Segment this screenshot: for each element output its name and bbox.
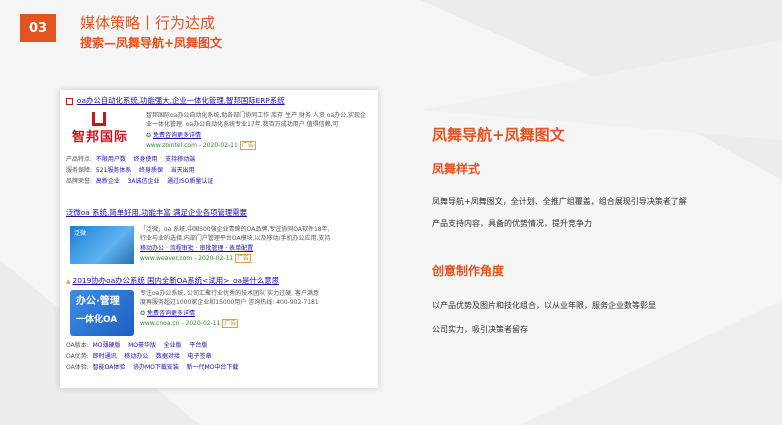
right-body2-line2: 公司实力，吸引决策者留存: [432, 325, 528, 334]
section-title: 媒体策略丨行为达成: [80, 14, 216, 32]
sitelink[interactable]: 不限用户数: [96, 156, 126, 163]
sitelink[interactable]: MO豪华版: [128, 342, 156, 349]
result3-url[interactable]: www.cnoa.cn - 2020-02-11 广告: [140, 319, 239, 328]
sitelink[interactable]: 协办MO下载安装: [133, 364, 179, 371]
result1-row3: 品牌荣誉: 高新企业 3A诚信企业 通过ISO质量认证: [66, 178, 214, 185]
result1-title-row[interactable]: oa办公自动化系统,功能强大,企业一体化管理,智邦国际ERP系统: [66, 96, 285, 106]
result2-thumbnail[interactable]: 泛微: [70, 226, 134, 264]
right-subtitle-style: 凤舞样式: [432, 162, 481, 176]
brand-icon: [66, 98, 73, 105]
sitelink[interactable]: 数据对接: [156, 353, 180, 360]
result3-desc1: 专注oa办公系统, 公司汇聚行业优秀的技术团队 实力过硬, 客户满意: [140, 290, 319, 297]
result3-desc2: 度再服务超过1000家企业和15000用户 咨询热线: 400-902-7181: [140, 299, 319, 306]
section-subtitle: 搜索—凤舞导航+凤舞图文: [80, 36, 223, 50]
right-body2-line1: 以产品优势及图片和技化组合，以从业年限，服务企业数等彰显: [432, 301, 656, 310]
consult-icon: ✪: [146, 132, 153, 139]
result2-title[interactable]: 泛微oa 系统,简单好用,功能丰富 满足企业各项管理需要: [66, 208, 247, 218]
section-number-badge: 03: [20, 14, 56, 42]
sitelink[interactable]: 电子签章: [188, 353, 212, 360]
result3-title: 2019协办oa办公系统 国内全新OA系统<试用>_oa是什么意思: [72, 276, 280, 285]
sitelink[interactable]: 新一代MO中台下载: [187, 364, 239, 371]
sitelink[interactable]: 支持移动端: [165, 156, 195, 163]
sitelink[interactable]: 高新企业: [96, 178, 120, 185]
result1-row1: 产品特点: 不限用户数 终身使用 支持移动端: [66, 156, 196, 163]
sitelink[interactable]: 智能OA体验: [93, 364, 126, 371]
right-body1-line1: 凤舞导航+凤舞图文，全计划、全推广组覆盖，组合展现引导决策者了解: [432, 197, 687, 206]
sitelink[interactable]: 通过ISO质量认证: [167, 178, 213, 185]
result3-row1: OA版本: MO薄硬版 MO豪华版 全业版 平台版: [66, 342, 208, 349]
right-subtitle-creative: 创意制作角度: [432, 264, 505, 278]
search-results-card: oa办公自动化系统,功能强大,企业一体化管理,智邦国际ERP系统 智邦国际 智邦…: [60, 90, 378, 388]
result1-consult-link[interactable]: ✪ 免费咨询更多详情: [146, 132, 201, 140]
result3-title-row[interactable]: ▲ 2019协办oa办公系统 国内全新OA系统<试用>_oa是什么意思: [66, 276, 279, 286]
result1-desc1: 智邦国际oa办公自动化系统,助各部门协同工作 库存 生产 财务 人资 oa办公,…: [146, 112, 367, 119]
ad-tag: 广告: [239, 141, 256, 150]
sitelink[interactable]: 即时通讯: [93, 353, 117, 360]
sitelink[interactable]: 3A诚信企业: [128, 178, 160, 185]
right-body1-line2: 产品支持内容，具备的优势情况，提升竞争力: [432, 219, 592, 228]
ad-tag: 广告: [222, 319, 239, 328]
sitelink[interactable]: 平台版: [189, 342, 207, 349]
result1-row2: 服务保障: 521服务体系 终身质保 当天出用: [66, 167, 195, 174]
sitelink[interactable]: 全业版: [164, 342, 182, 349]
ad-tag: 广告: [235, 254, 252, 263]
sitelink[interactable]: 终身质保: [139, 167, 163, 174]
result1-url[interactable]: www.zbintel.com - 2020-02-11 广告: [146, 141, 256, 150]
sitelink[interactable]: MO薄硬版: [93, 342, 121, 349]
sitelink[interactable]: 移动办公: [124, 353, 148, 360]
sitelink[interactable]: 521服务体系: [96, 167, 131, 174]
logo-text: 智邦国际: [72, 130, 129, 145]
result3-row2: OA优势: 即时通讯 移动办公 数据对接 电子签章: [66, 353, 212, 360]
sitelink[interactable]: 当天出用: [171, 167, 195, 174]
logo-square-icon: [92, 112, 106, 126]
result1-desc2: 业一体化管理. oa办公自动化系统专业17年,数百万成功用户 值得信赖,可: [146, 121, 339, 128]
result1-title[interactable]: oa办公自动化系统,功能强大,企业一体化管理,智邦国际ERP系统: [77, 96, 285, 105]
result2-sitelinks[interactable]: 移动办公 · 流程审批 · 审批管理 · 表单配置: [140, 245, 253, 253]
result2-desc2: 行业与业的选择,内部门户管理平台OA模块,以及移动/手机办公应用,支持: [140, 235, 331, 242]
result3-thumbnail[interactable]: 办公·管理 一体化OA: [70, 290, 134, 336]
result2-desc1: 「泛微」oa 系统,中国500强企业青睐的OA品牌,专注协同OA软件18年,: [140, 226, 330, 233]
result3-consult-link[interactable]: ✪ 免费咨询更多详情: [140, 310, 195, 318]
right-title: 凤舞导航+凤舞图文: [432, 126, 565, 144]
sitelink[interactable]: 终身使用: [134, 156, 158, 163]
result2-url[interactable]: www.weaver.com - 2020-02-11 广告: [140, 254, 252, 263]
consult-icon: ✪: [140, 310, 147, 317]
result3-row3: OA体验: 智能OA体验 协办MO下载安装 新一代MO中台下载: [66, 364, 239, 371]
zhibang-logo: 智邦国际: [72, 112, 142, 152]
